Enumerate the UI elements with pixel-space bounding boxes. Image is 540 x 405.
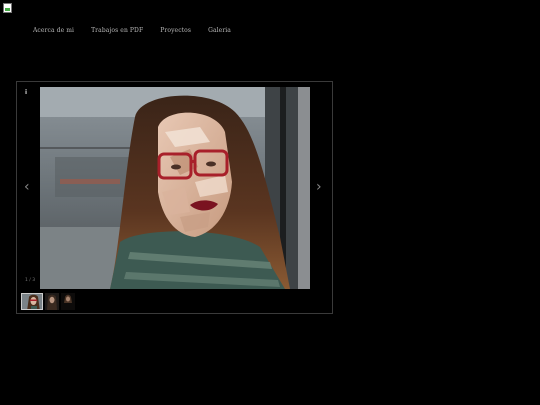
thumbnail-2[interactable]	[45, 293, 59, 310]
image-gallery: i ‹ › 1 / 3	[16, 81, 333, 314]
previous-arrow-icon[interactable]: ‹	[24, 180, 30, 194]
info-button[interactable]: i	[25, 89, 27, 96]
thumbnail-strip	[21, 293, 75, 310]
nav-link-acerca[interactable]: Acerca de mi	[33, 27, 74, 34]
nav-link-trabajos-pdf[interactable]: Trabajos en PDF	[91, 27, 143, 34]
thumbnail-3[interactable]	[61, 293, 75, 310]
portrait-photo	[40, 87, 310, 289]
thumbnail-1[interactable]	[21, 293, 43, 310]
gallery-main-photo[interactable]	[40, 87, 310, 289]
main-navigation: Acerca de mi Trabajos en PDF Proyectos G…	[33, 27, 248, 34]
broken-image-icon	[3, 3, 12, 13]
next-arrow-icon[interactable]: ›	[316, 180, 322, 194]
image-counter: 1 / 3	[25, 278, 36, 283]
nav-link-proyectos[interactable]: Proyectos	[160, 27, 191, 34]
nav-link-galeria[interactable]: Galeria	[208, 27, 231, 34]
